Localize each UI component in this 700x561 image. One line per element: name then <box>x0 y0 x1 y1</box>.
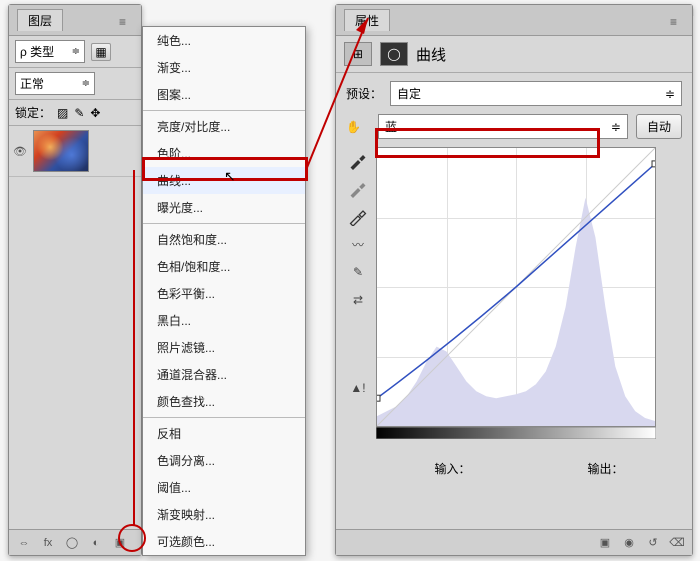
menu-separator <box>143 110 305 111</box>
adjustment-flyout-menu: 纯色...渐变...图案...亮度/对比度...色阶...曲线...曝光度...… <box>142 26 306 556</box>
menu-item-3[interactable]: 亮度/对比度... <box>143 113 305 140</box>
curves-graph-area: 〰 ✎ ⇄ ▲! <box>346 147 682 477</box>
filter-pixel-icon[interactable]: ▦ <box>91 43 111 61</box>
preset-label: 预设： <box>346 85 382 102</box>
properties-panel: 属性 ⊞ ◯ 曲线 预设： 自定≑ 蓝≑ 自动 〰 ✎ <box>335 4 693 556</box>
properties-title-row: ⊞ ◯ 曲线 <box>336 36 692 73</box>
lock-brush-icon[interactable]: ✎ <box>74 106 84 120</box>
layers-panel: 图层 ρ 类型≑ ▦ 正常≑ 锁定： ▨ ✎ ✥ ⇔ fx ◯ ◐ ▣ <box>8 4 142 556</box>
curves-tool-column: 〰 ✎ ⇄ ▲! <box>346 147 370 477</box>
curve-smooth-icon[interactable]: ⇄ <box>348 291 368 309</box>
menu-item-1[interactable]: 渐变... <box>143 54 305 81</box>
layers-filter-row: ρ 类型≑ ▦ <box>9 36 141 68</box>
lock-transparent-icon[interactable]: ▨ <box>57 106 68 120</box>
curves-mode-icon[interactable]: ⊞ <box>344 42 372 66</box>
lock-label: 锁定： <box>15 104 51 121</box>
link-icon[interactable]: ⇔ <box>15 535 33 551</box>
curve-line <box>377 148 655 426</box>
preset-dropdown[interactable]: 自定≑ <box>390 81 682 106</box>
curve-clip-icon[interactable]: ▲! <box>348 379 368 397</box>
auto-button[interactable]: 自动 <box>636 114 682 139</box>
eyedropper-white-icon[interactable] <box>348 207 368 225</box>
annotation-channel-highlight <box>375 128 600 158</box>
properties-title: 曲线 <box>416 44 446 65</box>
preset-row: 预设： 自定≑ <box>346 81 682 106</box>
curves-canvas[interactable] <box>376 147 656 427</box>
input-label: 输入： <box>434 460 470 477</box>
filter-type-dropdown[interactable]: ρ 类型≑ <box>15 40 85 63</box>
reset-icon[interactable]: ↺ <box>644 535 662 551</box>
target-adjust-icon[interactable] <box>346 120 370 134</box>
menu-item-13[interactable]: 颜色查找... <box>143 388 305 415</box>
menu-item-11[interactable]: 照片滤镜... <box>143 334 305 361</box>
layers-tab[interactable]: 图层 <box>17 9 63 31</box>
menu-item-14[interactable]: 反相 <box>143 420 305 447</box>
menu-separator <box>143 417 305 418</box>
annotation-circle <box>118 524 146 552</box>
menu-item-12[interactable]: 通道混合器... <box>143 361 305 388</box>
menu-item-2[interactable]: 图案... <box>143 81 305 108</box>
properties-tab[interactable]: 属性 <box>344 9 390 31</box>
menu-item-18[interactable]: 可选颜色... <box>143 528 305 555</box>
fx-icon[interactable]: fx <box>39 535 57 551</box>
menu-item-6[interactable]: 曝光度... <box>143 194 305 221</box>
layer-thumbnail[interactable] <box>33 130 89 172</box>
panel-menu-icon[interactable] <box>670 15 684 25</box>
panel-menu-icon[interactable] <box>119 15 133 25</box>
view-prev-icon[interactable]: ◉ <box>620 535 638 551</box>
adjustment-icon[interactable]: ◐ <box>87 535 105 551</box>
mask-mode-icon[interactable]: ◯ <box>380 42 408 66</box>
menu-item-0[interactable]: 纯色... <box>143 27 305 54</box>
layers-blend-row: 正常≑ <box>9 68 141 100</box>
menu-item-15[interactable]: 色调分离... <box>143 447 305 474</box>
curve-pencil-icon[interactable]: ✎ <box>348 263 368 281</box>
properties-panel-header: 属性 <box>336 5 692 36</box>
mask-icon[interactable]: ◯ <box>63 535 81 551</box>
menu-item-9[interactable]: 色彩平衡... <box>143 280 305 307</box>
layers-lock-row: 锁定： ▨ ✎ ✥ <box>9 100 141 126</box>
curves-graph-container: 输入： 输出： <box>376 147 682 477</box>
menu-item-10[interactable]: 黑白... <box>143 307 305 334</box>
eyedropper-gray-icon[interactable] <box>348 179 368 197</box>
blend-mode-dropdown[interactable]: 正常≑ <box>15 72 95 95</box>
layer-row[interactable] <box>9 126 141 177</box>
layers-panel-header: 图层 <box>9 5 141 36</box>
input-gradient <box>376 427 656 439</box>
delete-icon[interactable]: ⌫ <box>668 535 686 551</box>
properties-bottom-bar: ▣ ◉ ↺ ⌫ <box>336 529 692 555</box>
input-output-row: 输入： 输出： <box>376 460 682 477</box>
menu-item-7[interactable]: 自然饱和度... <box>143 226 305 253</box>
output-label: 输出： <box>587 460 623 477</box>
menu-separator <box>143 223 305 224</box>
menu-item-8[interactable]: 色相/饱和度... <box>143 253 305 280</box>
clip-icon[interactable]: ▣ <box>596 535 614 551</box>
cursor-icon: ↖ <box>224 168 236 185</box>
menu-item-17[interactable]: 渐变映射... <box>143 501 305 528</box>
menu-item-16[interactable]: 阈值... <box>143 474 305 501</box>
eyedropper-black-icon[interactable] <box>348 151 368 169</box>
visibility-eye-icon[interactable] <box>13 144 27 158</box>
curve-point-icon[interactable]: 〰 <box>348 235 368 253</box>
lock-move-icon[interactable]: ✥ <box>90 106 100 120</box>
